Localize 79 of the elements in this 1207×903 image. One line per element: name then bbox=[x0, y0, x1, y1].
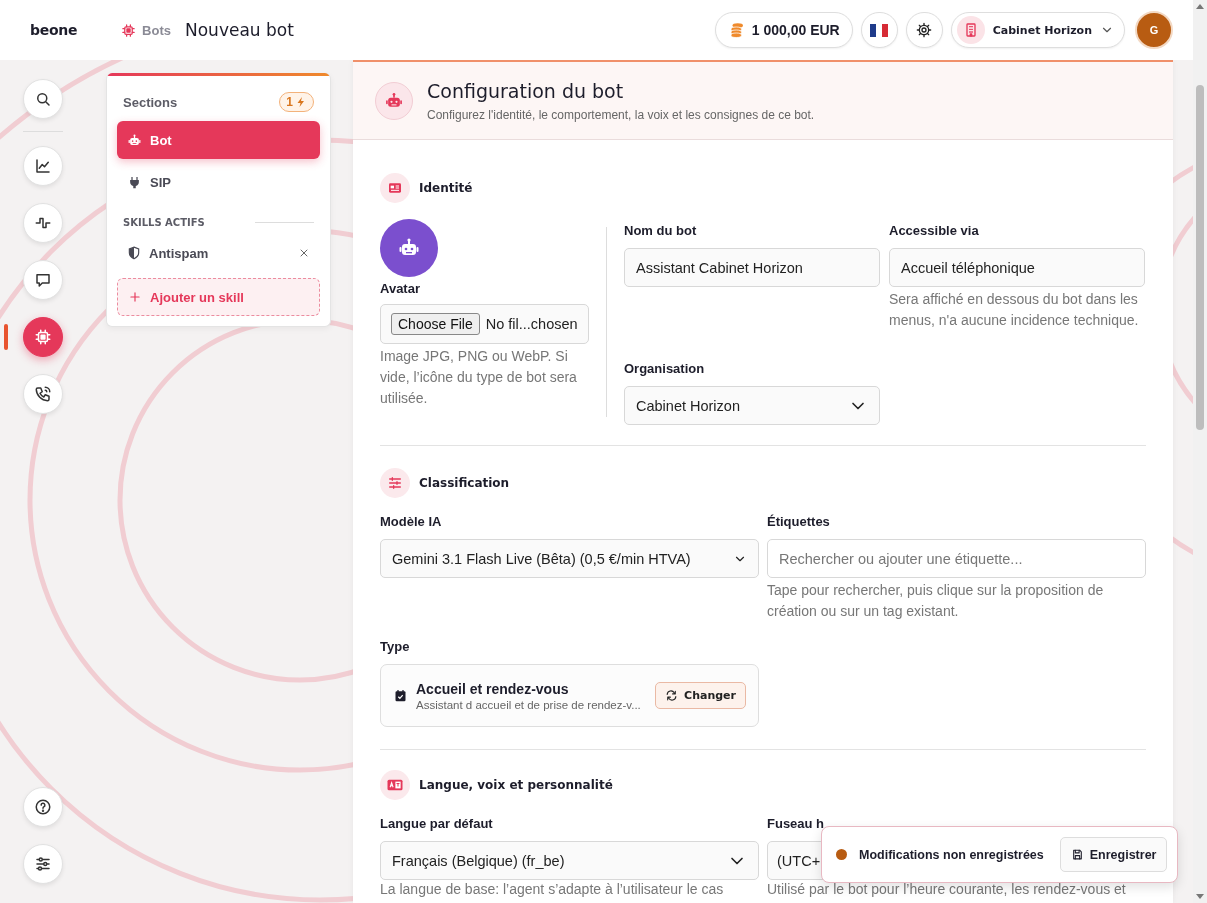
search-button[interactable] bbox=[23, 79, 63, 119]
logo[interactable]: beone bbox=[30, 22, 78, 38]
section-title: Identité bbox=[419, 181, 473, 195]
count-badge: 1 bbox=[279, 92, 314, 112]
settings-button[interactable] bbox=[905, 12, 943, 48]
chip-icon bbox=[121, 22, 137, 38]
add-skill-button[interactable]: Ajouter un skill bbox=[117, 278, 320, 316]
panel-subtitle: Configurez l'identité, le comportement, la voix et les consignes de ce bot. bbox=[427, 107, 815, 122]
status-dot bbox=[836, 849, 847, 860]
chip-icon bbox=[34, 328, 52, 346]
field-label: Modèle IA bbox=[380, 514, 443, 529]
text-field[interactable]: Assistant Cabinet Horizon bbox=[624, 248, 880, 287]
sliders-icon bbox=[387, 475, 403, 491]
settings-icon bbox=[916, 22, 933, 38]
search-icon bbox=[34, 90, 52, 108]
chat-icon bbox=[34, 271, 52, 289]
help-text: Sera affiché en dessous du bot dans les menus, n'a aucune incidence technique. bbox=[889, 290, 1140, 330]
field-label: Avatar bbox=[380, 281, 421, 296]
help-button[interactable] bbox=[23, 787, 63, 827]
field-label: Langue par défaut bbox=[380, 816, 494, 831]
sliders-button[interactable] bbox=[23, 844, 63, 884]
help-icon bbox=[34, 798, 52, 816]
type-name: Accueil et rendez-vous bbox=[416, 680, 570, 697]
user-avatar[interactable]: G bbox=[1135, 11, 1173, 49]
field-label: Fuseau h bbox=[767, 816, 826, 831]
line-chart-icon bbox=[34, 157, 52, 175]
active-indicator bbox=[4, 324, 8, 350]
help-text: Image JPG, PNG ou WebP. Si vide, l’icône du type de bot sera utilisée. bbox=[380, 347, 578, 408]
line-chart-button[interactable] bbox=[23, 146, 63, 186]
lightning-icon bbox=[295, 96, 307, 108]
help-text: Tape pour rechercher, puis clique sur la proposition de création ou sur un tag existant. bbox=[767, 581, 1105, 621]
select-field[interactable]: Français (Belgique) (fr_be) bbox=[380, 841, 759, 880]
phone-icon bbox=[34, 385, 52, 403]
plug-icon bbox=[127, 174, 142, 190]
unsaved-message: Modifications non enregistrées bbox=[859, 847, 1044, 862]
robot-icon bbox=[127, 132, 142, 148]
field-label: Accessible via bbox=[889, 223, 980, 238]
flag-icon bbox=[870, 23, 889, 37]
group-heading: SKILLS ACTIFS bbox=[123, 217, 205, 228]
file-name: No fil...chosen bbox=[485, 316, 578, 332]
shield-icon bbox=[127, 246, 141, 260]
file-input[interactable]: Choose File No fil...chosen bbox=[380, 304, 589, 344]
text-field[interactable]: Accueil téléphonique bbox=[889, 248, 1145, 287]
sliders-icon bbox=[34, 855, 52, 873]
skill-item[interactable]: Antispam bbox=[127, 245, 209, 261]
field-label: Type bbox=[380, 639, 411, 654]
id-card-icon bbox=[387, 180, 403, 196]
save-button[interactable]: Enregistrer bbox=[1059, 837, 1168, 872]
balance-button[interactable]: 1 000,00 EUR bbox=[714, 12, 853, 48]
section-item[interactable]: Bot bbox=[117, 121, 320, 159]
panel-title: Sections bbox=[123, 94, 178, 110]
phone-button[interactable] bbox=[23, 374, 63, 414]
select-field[interactable]: Cabinet Horizon bbox=[624, 386, 880, 425]
input-field[interactable]: Rechercher ou ajouter une étiquette... bbox=[767, 539, 1146, 578]
chat-button[interactable] bbox=[23, 260, 63, 300]
remove-button[interactable] bbox=[298, 247, 310, 259]
type-description: Assistant d accueil et de prise de rendez-v... bbox=[416, 698, 641, 711]
help-text: Utilisé par le bot pour l’heure courante, les rendez-vous et bbox=[767, 881, 1127, 898]
field-label: Organisation bbox=[624, 361, 706, 376]
organization-selector[interactable]: Cabinet Horizon bbox=[950, 12, 1125, 48]
close-icon bbox=[298, 247, 310, 259]
swap-icon bbox=[665, 689, 679, 702]
panel-title: Configuration du bot bbox=[427, 79, 625, 102]
calendar-check-icon bbox=[393, 688, 408, 703]
chip-button[interactable] bbox=[23, 317, 63, 357]
page-title: Nouveau bot bbox=[185, 20, 294, 40]
field-label: Nom du bot bbox=[624, 223, 698, 238]
section-item[interactable]: SIP bbox=[117, 163, 320, 201]
plus-icon bbox=[128, 290, 142, 304]
select-field[interactable]: Gemini 3.1 Flash Live (Bêta) (0,5 €/min HTVA) bbox=[380, 539, 759, 578]
save-icon bbox=[1070, 848, 1084, 861]
pulse-button[interactable] bbox=[23, 203, 63, 243]
section-title: Langue, voix et personnalité bbox=[419, 778, 613, 792]
section-title: Classification bbox=[419, 476, 510, 490]
help-text: La langue de base: l’agent s’adapte à l’utilisateur le cas bbox=[380, 881, 725, 898]
choose-file-button[interactable]: Choose File bbox=[391, 313, 480, 335]
language-button[interactable] bbox=[860, 12, 898, 48]
change-button[interactable]: Changer bbox=[655, 682, 746, 709]
field-label: Étiquettes bbox=[767, 514, 831, 529]
